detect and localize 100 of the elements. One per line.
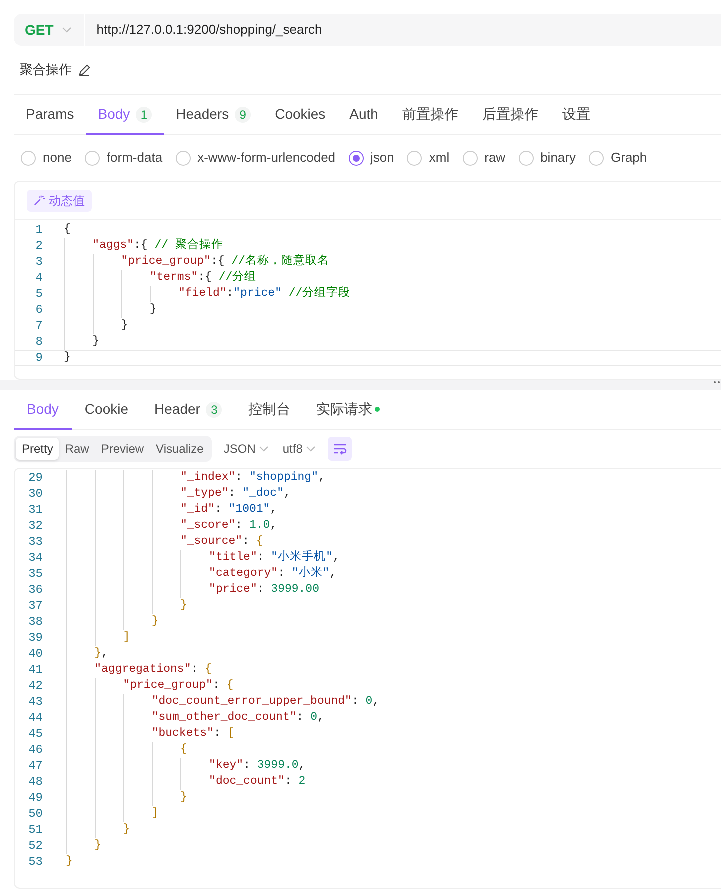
format-dropdown[interactable]: JSON bbox=[224, 440, 269, 458]
code-line: "_id": "1001", bbox=[66, 502, 278, 518]
line-number: 6 bbox=[34, 302, 43, 319]
url-field[interactable]: http://127.0.0.1:9200/shopping/_search bbox=[84, 20, 322, 40]
caret-icon bbox=[62, 27, 72, 33]
line-number: 46 bbox=[28, 742, 43, 759]
code-line: "terms":{ //分组 bbox=[64, 270, 257, 286]
code-line: } bbox=[66, 822, 130, 838]
code-line: } bbox=[66, 790, 188, 806]
request-tab[interactable]: Headers 9 bbox=[164, 95, 264, 134]
response-tab[interactable]: 控制台 bbox=[235, 390, 304, 429]
response-tab[interactable]: 实际请求 bbox=[303, 390, 394, 429]
code-line: "_score": 1.0, bbox=[66, 518, 278, 534]
code-line: } bbox=[66, 614, 159, 630]
request-tab[interactable]: Body 1 bbox=[86, 95, 164, 134]
line-number: 52 bbox=[28, 838, 43, 855]
caret-icon bbox=[306, 446, 316, 452]
view-mode-tab[interactable]: Preview bbox=[95, 438, 150, 460]
line-number: 39 bbox=[28, 630, 43, 647]
code-line: "field":"price" //分组字段 bbox=[64, 286, 351, 302]
line-number: 34 bbox=[28, 550, 43, 567]
request-tab[interactable]: 后置操作 bbox=[470, 95, 550, 134]
code-line: "doc_count": 2 bbox=[66, 774, 306, 790]
drag-handle-icon[interactable] bbox=[714, 381, 720, 384]
body-type-radio[interactable]: form-data bbox=[84, 148, 163, 168]
caret-icon bbox=[258, 446, 269, 452]
line-number: 49 bbox=[28, 790, 43, 807]
code-line: "price_group": { bbox=[66, 678, 234, 694]
wrap-lines-button[interactable] bbox=[328, 437, 352, 461]
code-line: "_type": "_doc", bbox=[66, 486, 291, 502]
request-name: 聚合操作 bbox=[20, 61, 72, 80]
view-mode-tab[interactable]: Visualize bbox=[150, 438, 210, 460]
line-number: 5 bbox=[34, 286, 43, 303]
line-number: 2 bbox=[34, 238, 43, 255]
pencil-icon[interactable] bbox=[78, 64, 91, 76]
request-tab[interactable]: 设置 bbox=[550, 95, 602, 134]
request-tab[interactable]: Params bbox=[14, 95, 86, 134]
code-line: } bbox=[66, 598, 188, 614]
line-number: 51 bbox=[28, 822, 43, 839]
body-type-radio[interactable]: Graph bbox=[589, 148, 648, 168]
line-number: 41 bbox=[28, 662, 43, 679]
code-line: "sum_other_doc_count": 0, bbox=[66, 710, 324, 726]
body-type-radio[interactable]: json bbox=[348, 148, 394, 168]
magic-wand-icon bbox=[34, 195, 45, 206]
line-number: 7 bbox=[34, 318, 43, 335]
line-number: 1 bbox=[34, 222, 43, 239]
request-tab[interactable]: 前置操作 bbox=[390, 95, 470, 134]
line-number: 45 bbox=[28, 726, 43, 743]
line-number: 29 bbox=[28, 470, 43, 487]
body-type-radio[interactable]: none bbox=[21, 148, 72, 168]
line-number: 3 bbox=[34, 254, 43, 271]
line-number: 42 bbox=[28, 678, 43, 695]
code-line: "aggs":{ // 聚合操作 bbox=[64, 238, 224, 254]
line-number: 33 bbox=[28, 534, 43, 551]
line-number: 36 bbox=[28, 582, 43, 599]
line-number: 50 bbox=[28, 806, 43, 823]
line-number: 48 bbox=[28, 774, 43, 791]
code-line: "_source": { bbox=[66, 534, 264, 550]
line-number: 8 bbox=[34, 334, 43, 351]
code-line: } bbox=[64, 350, 71, 366]
request-tab[interactable]: Cookies bbox=[263, 95, 338, 134]
code-line: } bbox=[64, 302, 157, 318]
line-number: 40 bbox=[28, 646, 43, 663]
code-line: "aggregations": { bbox=[66, 662, 212, 678]
code-line: ] bbox=[66, 630, 130, 646]
line-number: 44 bbox=[28, 710, 43, 727]
count-badge: 3 bbox=[206, 402, 222, 418]
body-type-radio[interactable]: x-www-form-urlencoded bbox=[176, 148, 336, 168]
line-number: 43 bbox=[28, 694, 43, 711]
code-line: "_index": "shopping", bbox=[66, 470, 326, 486]
body-type-radio[interactable]: xml bbox=[407, 148, 450, 168]
code-line: "key": 3999.0, bbox=[66, 758, 306, 774]
line-number: 38 bbox=[28, 614, 43, 631]
code-line: } bbox=[66, 838, 102, 854]
count-badge: 1 bbox=[136, 106, 152, 122]
line-number: 30 bbox=[28, 486, 43, 503]
line-number: 35 bbox=[28, 566, 43, 583]
url-bar[interactable]: GET http://127.0.0.1:9200/shopping/_search bbox=[14, 14, 721, 46]
code-line: "buckets": [ bbox=[66, 726, 235, 742]
request-tab[interactable]: Auth bbox=[338, 95, 390, 134]
body-type-radio[interactable]: raw bbox=[462, 148, 506, 168]
wrap-lines-icon bbox=[332, 443, 347, 455]
dynamic-value-button[interactable]: 动态值 bbox=[27, 190, 92, 212]
line-number: 47 bbox=[28, 758, 43, 775]
view-mode-tab[interactable]: Raw bbox=[59, 438, 96, 460]
code-line: } bbox=[64, 318, 128, 334]
code-line: { bbox=[64, 222, 71, 238]
code-line: "price_group":{ //名称，随意取名 bbox=[64, 254, 330, 270]
line-number: 31 bbox=[28, 502, 43, 519]
response-tab[interactable]: Header 3 bbox=[142, 390, 236, 429]
code-line: { bbox=[66, 742, 188, 758]
code-line: } bbox=[66, 854, 73, 870]
view-mode-tab[interactable]: Pretty bbox=[16, 438, 60, 460]
response-tab[interactable]: Cookie bbox=[72, 390, 142, 429]
code-line: ] bbox=[66, 806, 159, 822]
count-badge: 9 bbox=[235, 106, 252, 122]
format-dropdown[interactable]: utf8 bbox=[282, 440, 316, 458]
line-number: 37 bbox=[28, 598, 43, 615]
body-type-radio[interactable]: binary bbox=[518, 148, 576, 168]
response-tab[interactable]: Body bbox=[14, 390, 72, 429]
